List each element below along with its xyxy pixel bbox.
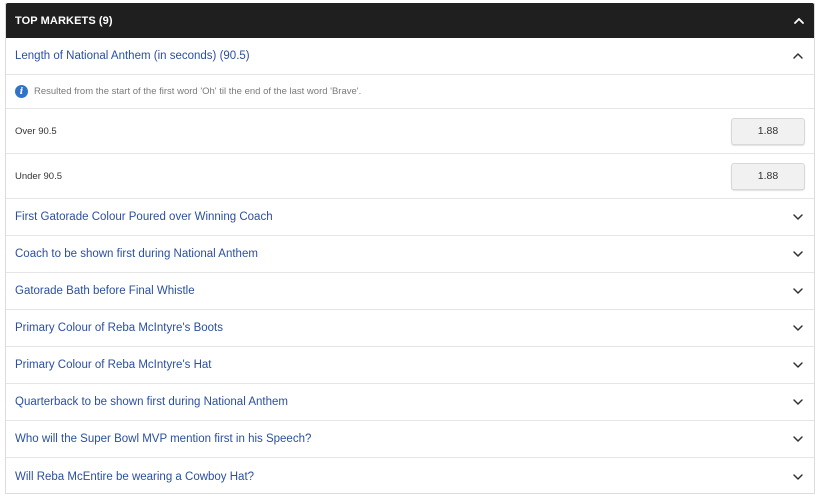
chevron-down-icon[interactable]: [791, 432, 805, 446]
market-row[interactable]: Primary Colour of Reba McIntyre's Hat: [6, 347, 814, 384]
chevron-up-icon[interactable]: [791, 49, 805, 63]
market-title: Coach to be shown first during National …: [15, 248, 258, 260]
chevron-down-icon[interactable]: [791, 358, 805, 372]
market-row[interactable]: Coach to be shown first during National …: [6, 236, 814, 273]
top-markets-panel: TOP MARKETS (9) Length of National Anthe…: [5, 3, 815, 494]
selection-label: Under 90.5: [15, 170, 63, 182]
selection-row-over: Over 90.5 1.88: [6, 109, 814, 154]
market-row[interactable]: Will Reba McEntire be wearing a Cowboy H…: [6, 458, 814, 495]
chevron-down-icon[interactable]: [791, 247, 805, 261]
selection-label: Over 90.5: [15, 125, 57, 137]
chevron-down-icon[interactable]: [791, 321, 805, 335]
market-national-anthem-length[interactable]: Length of National Anthem (in seconds) (…: [6, 38, 814, 75]
market-title: Primary Colour of Reba McIntyre's Boots: [15, 322, 223, 334]
market-title: Will Reba McEntire be wearing a Cowboy H…: [15, 470, 255, 483]
top-markets-title: TOP MARKETS (9): [15, 14, 113, 27]
market-title: Who will the Super Bowl MVP mention firs…: [15, 433, 312, 445]
chevron-down-icon[interactable]: [791, 470, 805, 484]
market-title: First Gatorade Colour Poured over Winnin…: [15, 211, 273, 223]
market-row[interactable]: Who will the Super Bowl MVP mention firs…: [6, 421, 814, 458]
selection-row-under: Under 90.5 1.88: [6, 154, 814, 199]
market-title: Length of National Anthem (in seconds) (…: [15, 50, 250, 62]
chevron-down-icon[interactable]: [791, 395, 805, 409]
chevron-up-icon[interactable]: [792, 14, 806, 28]
odds-button-over[interactable]: 1.88: [731, 117, 805, 145]
info-icon: i: [15, 85, 28, 98]
chevron-down-icon[interactable]: [791, 210, 805, 224]
market-row[interactable]: Gatorade Bath before Final Whistle: [6, 273, 814, 310]
market-row[interactable]: Primary Colour of Reba McIntyre's Boots: [6, 310, 814, 347]
market-title: Primary Colour of Reba McIntyre's Hat: [15, 359, 212, 371]
market-row[interactable]: First Gatorade Colour Poured over Winnin…: [6, 199, 814, 236]
market-title: Quarterback to be shown first during Nat…: [15, 396, 288, 408]
top-markets-header[interactable]: TOP MARKETS (9): [6, 3, 814, 38]
market-row[interactable]: Quarterback to be shown first during Nat…: [6, 384, 814, 421]
market-title: Gatorade Bath before Final Whistle: [15, 285, 195, 297]
chevron-down-icon[interactable]: [791, 284, 805, 298]
market-info-text: Resulted from the start of the first wor…: [34, 86, 362, 97]
market-info-row: i Resulted from the start of the first w…: [6, 75, 814, 109]
odds-button-under[interactable]: 1.88: [731, 162, 805, 190]
